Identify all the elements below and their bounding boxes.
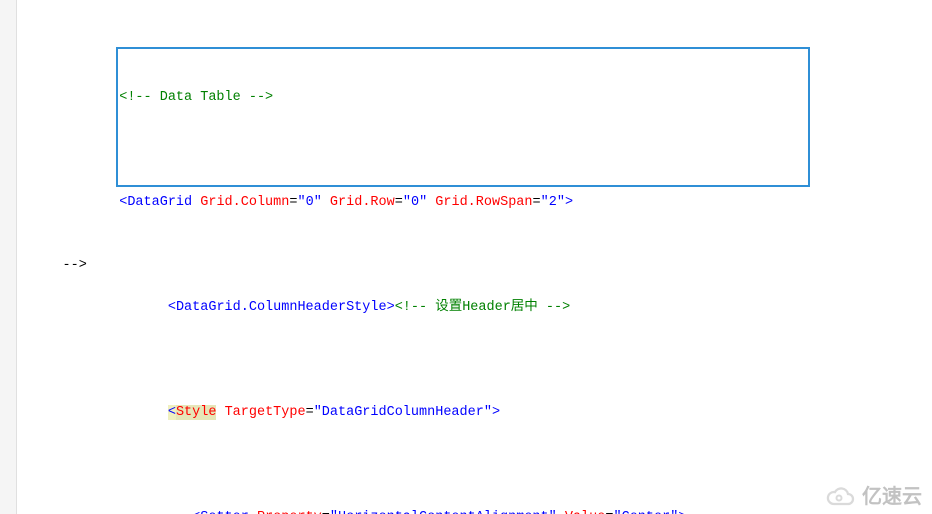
code-editor[interactable]: <!-- Data Table --> <DataGrid Grid.Colum… xyxy=(0,0,932,514)
code-line: <Style TargetType="DataGridColumnHeader"… xyxy=(22,402,932,423)
code-line: <DataGrid.ColumnHeaderStyle><!-- 设置Heade… xyxy=(22,297,932,318)
code-line: <DataGrid Grid.Column="0" Grid.Row="0" G… xyxy=(22,192,932,213)
watermark: 亿速云 xyxy=(826,486,922,508)
code-line: <!-- Data Table --> xyxy=(22,87,932,108)
cloud-icon xyxy=(826,486,856,508)
code-line: <Setter Property="HorizontalContentAlign… xyxy=(22,507,932,514)
code-content: <!-- Data Table --> <DataGrid Grid.Colum… xyxy=(22,3,932,514)
editor-gutter xyxy=(0,0,17,514)
